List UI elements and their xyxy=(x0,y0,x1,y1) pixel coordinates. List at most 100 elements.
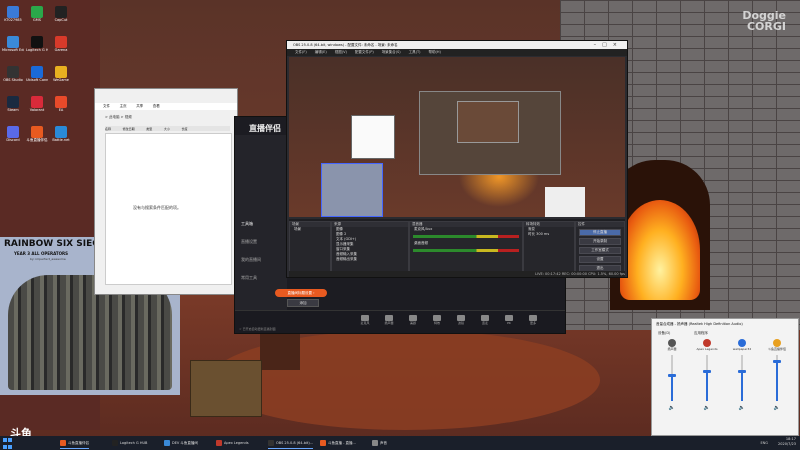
bottom-tool-button[interactable]: 特效 xyxy=(427,315,447,329)
bottom-tool-button[interactable]: 更多 xyxy=(523,315,543,329)
desktop-icon[interactable]: Steam xyxy=(2,96,24,122)
preview-mixer-widget xyxy=(545,187,585,217)
desktop-icon-label: KT027985 xyxy=(4,18,22,22)
taskbar-item[interactable]: Logitech G HUB xyxy=(112,438,147,448)
sidebar-item-settings[interactable]: 直播设置 xyxy=(235,233,287,251)
obs-menu-item[interactable]: 编辑(E) xyxy=(315,50,327,54)
desktop-icon-label: 斗鱼直播伴侣 xyxy=(26,138,48,142)
app-icon xyxy=(7,36,19,48)
start-button[interactable] xyxy=(3,438,13,449)
obs-menu-item[interactable]: 配置文件(P) xyxy=(355,50,374,54)
taskbar-item-label: Apex Legends xyxy=(224,441,249,445)
obs-preview[interactable] xyxy=(289,57,625,217)
menu-view[interactable]: 查看 xyxy=(153,104,160,108)
sidebar-item-tools[interactable]: 工具箱 xyxy=(235,215,287,233)
app-icon xyxy=(55,36,67,48)
desktop-icon[interactable]: CapCut xyxy=(50,6,72,32)
bottom-tool-button[interactable]: 连麦 xyxy=(475,315,495,329)
speaker-icon[interactable]: 🔈 xyxy=(691,405,723,411)
duration-value[interactable]: 300 ms xyxy=(536,232,549,236)
speaker-icon[interactable]: 🔈 xyxy=(656,405,688,411)
minimize-icon[interactable]: – xyxy=(594,42,603,48)
desktop-icon[interactable]: Ubisoft Connect xyxy=(26,66,48,92)
channel-name: 斗鱼直播伴侣 xyxy=(767,347,786,351)
room-title-tag[interactable]: 直播间标题设置 › xyxy=(275,289,327,297)
bottom-tool-button[interactable]: 美颜 xyxy=(403,315,423,329)
control-button[interactable]: 停止直播 xyxy=(579,229,621,236)
desktop-icon[interactable]: OBS Studio xyxy=(2,66,24,92)
menu-share[interactable]: 共享 xyxy=(136,104,143,108)
col-name[interactable]: 名称 xyxy=(105,127,111,131)
source-item[interactable]: 音频输出采集 xyxy=(332,257,408,262)
desktop-icon[interactable]: Garena xyxy=(50,36,72,62)
desktop-icon[interactable]: Valorant xyxy=(26,96,48,122)
control-button[interactable]: 工作室模式 xyxy=(579,247,621,254)
taskbar-item[interactable]: 斗鱼直播 - 直播... xyxy=(320,438,356,448)
desktop-meter[interactable] xyxy=(413,249,519,252)
mic-meter[interactable] xyxy=(413,235,519,238)
r6-credit: by: imperfect_awesome xyxy=(30,257,66,261)
col-date[interactable]: 修改日期 xyxy=(123,127,135,131)
maximize-icon[interactable]: □ xyxy=(602,42,613,48)
taskbar-item[interactable]: OBS 25.0.8 (64-bit)... xyxy=(268,438,314,449)
sidebar-item-common[interactable]: 常用工具 xyxy=(235,269,287,287)
app-icon xyxy=(7,6,19,18)
desktop-icon[interactable]: GMS xyxy=(26,6,48,32)
obs-statusbar: LIVE: 00:17:42 REC: 00:00:00 CPU: 1.5%, … xyxy=(289,271,625,277)
taskbar-item[interactable]: 声音 xyxy=(372,438,387,448)
speaker-icon[interactable]: 🔈 xyxy=(726,405,758,411)
desktop-icon[interactable]: 斗鱼直播伴侣 xyxy=(26,126,48,152)
control-button[interactable]: 设置 xyxy=(579,256,621,263)
app-icon xyxy=(7,126,19,138)
obs-title: OBS 25.0.8 (64-bit, windows) - 配置文件: 未命名… xyxy=(293,43,398,47)
volume-thumb[interactable] xyxy=(773,359,781,363)
bottom-tool-button[interactable]: 滤镜 xyxy=(451,315,471,329)
desktop-icon-label: Garena xyxy=(54,48,68,52)
desktop-icon[interactable]: Discord xyxy=(2,126,24,152)
desktop-icon[interactable]: WeGame xyxy=(50,66,72,92)
desktop-icon[interactable]: Battle.net xyxy=(50,126,72,152)
close-icon[interactable]: × xyxy=(613,42,623,48)
taskbar-item[interactable]: Apex Legends xyxy=(216,438,249,448)
desktop-icon[interactable]: Microsoft Edge xyxy=(2,36,24,62)
clock[interactable]: 18:17 2020/7/23 xyxy=(778,437,796,447)
volume-thumb[interactable] xyxy=(668,373,676,377)
desktop-icon-label: OBS Studio xyxy=(3,78,23,82)
col-type[interactable]: 类型 xyxy=(146,127,152,131)
volume-mixer-title: 音量合成器 - 扬声器 (Realtek High Definition Aud… xyxy=(656,322,743,326)
obs-menu-item[interactable]: 视图(V) xyxy=(335,50,347,54)
volume-slider[interactable] xyxy=(668,355,676,401)
control-button[interactable]: 开始录制 xyxy=(579,238,621,245)
volume-slider[interactable] xyxy=(738,355,746,401)
sidebar-item-room[interactable]: 我的直播间 xyxy=(235,251,287,269)
bottom-tool-button[interactable]: 扬声器 xyxy=(379,315,399,329)
obs-menu-item[interactable]: 工具(T) xyxy=(409,50,421,54)
bottom-tool-button[interactable]: PK xyxy=(499,315,519,329)
preview-nested-obs-inner xyxy=(457,101,519,143)
taskbar-item[interactable]: 斗鱼直播伴侣 xyxy=(60,438,89,449)
language-indicator[interactable]: ENG xyxy=(760,438,768,448)
desktop-icon-label: Microsoft Edge xyxy=(2,48,24,52)
app-icon xyxy=(31,36,43,48)
transitions-dock: 转场特效 渐变 时长 300 ms xyxy=(523,221,575,275)
volume-slider[interactable] xyxy=(773,355,781,401)
desktop-icon[interactable]: KT027985 xyxy=(2,6,24,32)
breadcrumb[interactable]: > 此电脑 > 视频 xyxy=(105,115,132,120)
menu-file[interactable]: 文件 xyxy=(103,104,110,108)
add-button[interactable]: 添加 xyxy=(287,299,319,307)
obs-menu-item[interactable]: 场景集合(S) xyxy=(382,50,401,54)
duration-label-text: 时长 xyxy=(528,232,535,236)
obs-menu-item[interactable]: 文件(F) xyxy=(295,50,307,54)
scene-item[interactable]: 场景 xyxy=(290,227,330,232)
menu-home[interactable]: 主页 xyxy=(120,104,127,108)
volume-slider[interactable] xyxy=(703,355,711,401)
obs-menu-item[interactable]: 帮助(H) xyxy=(429,50,441,54)
col-length[interactable]: 长度 xyxy=(181,127,187,131)
speaker-icon[interactable]: 🔈 xyxy=(761,405,793,411)
app-icon xyxy=(773,339,781,347)
desktop-icon[interactable]: Logitech G HUB xyxy=(26,36,48,62)
desktop-icon[interactable]: EA xyxy=(50,96,72,122)
bottom-tool-button[interactable]: 麦克风 xyxy=(355,315,375,329)
taskbar-item[interactable]: DEV 斗鱼直播间 xyxy=(164,438,198,448)
col-size[interactable]: 大小 xyxy=(164,127,170,131)
